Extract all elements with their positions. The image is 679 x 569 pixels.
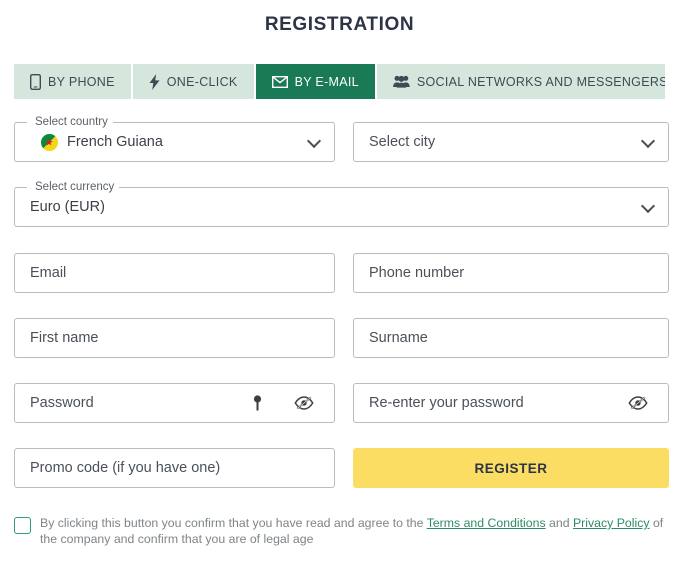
consent-row: By clicking this button you confirm that… xyxy=(14,515,669,547)
password-confirm-placeholder: Re-enter your password xyxy=(369,395,524,411)
registration-method-tabs: BY PHONE ONE-CLICK BY E-MAIL SOCIAL NETW… xyxy=(14,64,665,99)
mobile-phone-icon xyxy=(30,73,41,90)
currency-select-value: Euro (EUR) xyxy=(30,199,105,215)
privacy-policy-link[interactable]: Privacy Policy xyxy=(573,516,650,530)
phone-field[interactable]: Phone number xyxy=(353,253,669,293)
surname-placeholder: Surname xyxy=(369,330,428,346)
people-group-icon xyxy=(392,75,410,88)
tab-by-phone[interactable]: BY PHONE xyxy=(14,64,133,99)
currency-select-label: Select currency xyxy=(35,181,115,193)
first-name-field[interactable]: First name xyxy=(14,318,335,358)
lightning-bolt-icon xyxy=(149,73,160,90)
french-guiana-flag-icon xyxy=(41,133,58,151)
register-button[interactable]: REGISTER xyxy=(353,448,669,488)
tab-by-email-label: BY E-MAIL xyxy=(294,74,359,89)
consent-checkbox[interactable] xyxy=(14,517,31,534)
key-icon xyxy=(253,395,262,411)
tab-social-networks[interactable]: SOCIAL NETWORKS AND MESSENGERS xyxy=(376,64,665,99)
terms-and-conditions-link[interactable]: Terms and Conditions xyxy=(427,516,546,530)
country-select-value: French Guiana xyxy=(67,134,163,150)
chevron-down-icon xyxy=(640,133,656,149)
page-title: REGISTRATION xyxy=(264,14,415,35)
eye-off-icon[interactable] xyxy=(294,396,314,410)
city-select[interactable]: Select city xyxy=(353,122,669,162)
currency-select[interactable]: Select currency Euro (EUR) xyxy=(14,181,669,227)
password-confirm-field[interactable]: Re-enter your password xyxy=(353,383,669,423)
chevron-down-icon xyxy=(640,198,656,214)
promo-code-field[interactable]: Promo code (if you have one) xyxy=(14,448,335,488)
registration-page: REGISTRATION BY PHONE ONE-CLICK BY E-MAI… xyxy=(0,0,679,569)
eye-off-icon[interactable] xyxy=(628,396,648,410)
chevron-down-icon xyxy=(306,133,322,149)
city-select-placeholder: Select city xyxy=(369,134,436,150)
country-select-label: Select country xyxy=(35,116,108,128)
phone-placeholder: Phone number xyxy=(369,265,465,281)
consent-text-before: By clicking this button you confirm that… xyxy=(40,516,427,530)
consent-text: By clicking this button you confirm that… xyxy=(40,515,669,547)
tab-social-networks-label: SOCIAL NETWORKS AND MESSENGERS xyxy=(416,74,665,89)
tab-one-click[interactable]: ONE-CLICK xyxy=(132,64,256,99)
envelope-icon xyxy=(271,75,288,88)
tab-by-email[interactable]: BY E-MAIL xyxy=(255,64,377,99)
email-field[interactable]: Email xyxy=(14,253,335,293)
surname-field[interactable]: Surname xyxy=(353,318,669,358)
promo-code-placeholder: Promo code (if you have one) xyxy=(30,460,221,476)
country-select[interactable]: Select country French Guiana xyxy=(14,116,335,162)
password-field[interactable]: Password xyxy=(14,383,335,423)
consent-text-between: and xyxy=(545,516,573,530)
tab-one-click-label: ONE-CLICK xyxy=(166,74,238,89)
password-placeholder: Password xyxy=(30,395,94,411)
tab-by-phone-label: BY PHONE xyxy=(48,74,115,89)
email-placeholder: Email xyxy=(30,265,67,281)
first-name-placeholder: First name xyxy=(30,330,99,346)
